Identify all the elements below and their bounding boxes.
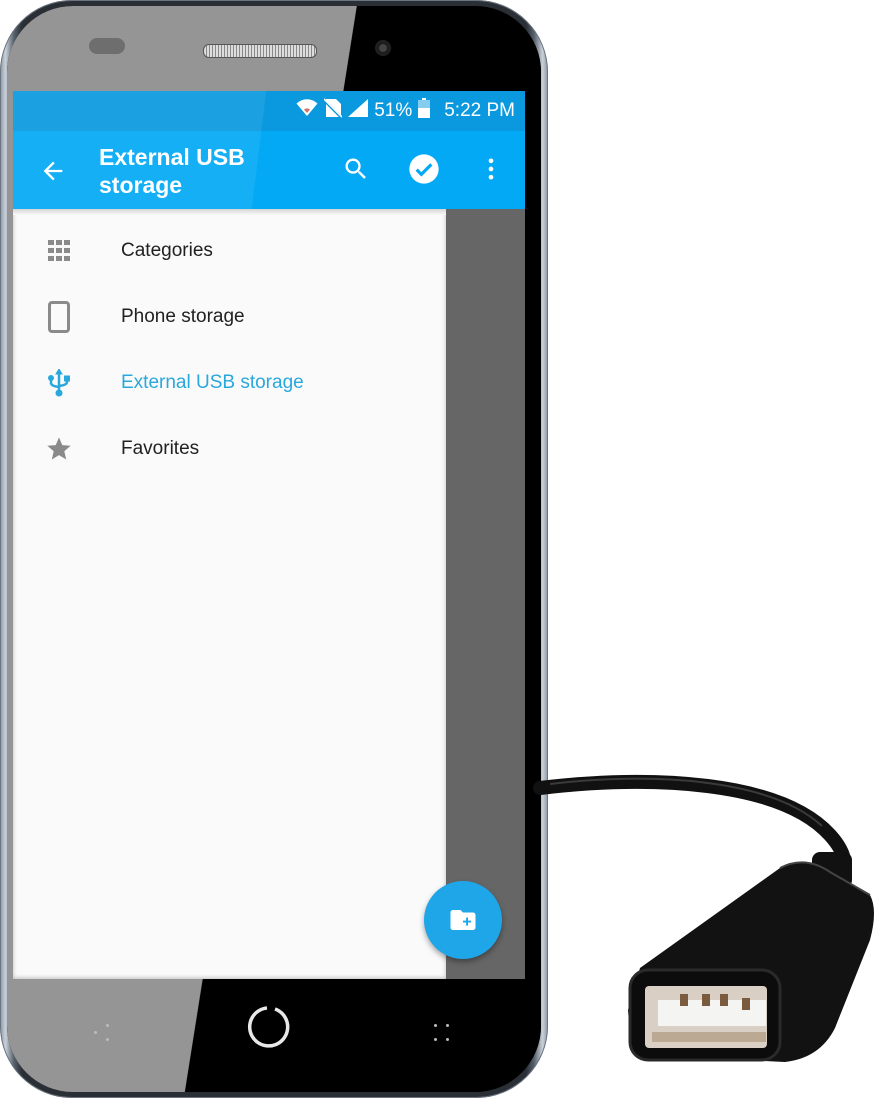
- signal-icon: [348, 99, 369, 123]
- drawer-scrim[interactable]: [446, 209, 525, 979]
- back-button[interactable]: [33, 151, 73, 191]
- proximity-sensor: [89, 38, 125, 54]
- drawer-item-label: External USB storage: [121, 372, 304, 393]
- create-folder-fab[interactable]: [424, 881, 502, 959]
- usb-otg-cable: [533, 775, 874, 1062]
- create-folder-icon: [450, 910, 476, 930]
- front-camera: [375, 40, 391, 56]
- search-icon: [345, 158, 366, 179]
- drawer-item-label: Favorites: [121, 438, 200, 459]
- more-options-button[interactable]: [471, 149, 511, 189]
- home-ring-icon: [247, 1006, 290, 1048]
- phone-device: 51% 5:22 PM External USB storage Categor…: [0, 0, 548, 1098]
- back-key-indicator[interactable]: [92, 1022, 112, 1042]
- earpiece-speaker: [203, 44, 317, 58]
- page-title: External USB storage: [99, 144, 245, 198]
- phone-icon: [39, 297, 79, 337]
- home-button[interactable]: [245, 1003, 293, 1051]
- drawer-item-categories[interactable]: Categories: [13, 218, 446, 284]
- battery-percent: 51%: [374, 100, 413, 121]
- no-sim-icon: [323, 98, 344, 124]
- star-icon: [39, 429, 79, 469]
- drawer-item-external-usb-storage[interactable]: External USB storage: [13, 350, 446, 416]
- usb-icon: [39, 363, 79, 403]
- phone-screen: 51% 5:22 PM External USB storage Categor…: [13, 91, 525, 979]
- clock: 5:22 PM: [444, 100, 515, 121]
- grid-icon: [39, 231, 79, 271]
- battery-icon: [418, 98, 431, 124]
- check-circle-icon: [409, 154, 439, 184]
- drawer-item-favorites[interactable]: Favorites: [13, 416, 446, 482]
- more-vert-icon: [488, 158, 494, 180]
- menu-key-indicator[interactable]: [432, 1022, 452, 1042]
- drawer-item-label: Categories: [121, 240, 213, 261]
- drawer-top-shadow: [13, 209, 446, 215]
- status-bar: 51% 5:22 PM: [13, 91, 525, 131]
- drawer-item-phone-storage[interactable]: Phone storage: [13, 284, 446, 350]
- arrow-back-icon: [43, 161, 63, 181]
- select-button[interactable]: [404, 149, 444, 189]
- search-button[interactable]: [336, 149, 376, 189]
- wifi-icon: [296, 99, 318, 123]
- app-bar: External USB storage: [13, 91, 525, 209]
- drawer-item-label: Phone storage: [121, 306, 245, 327]
